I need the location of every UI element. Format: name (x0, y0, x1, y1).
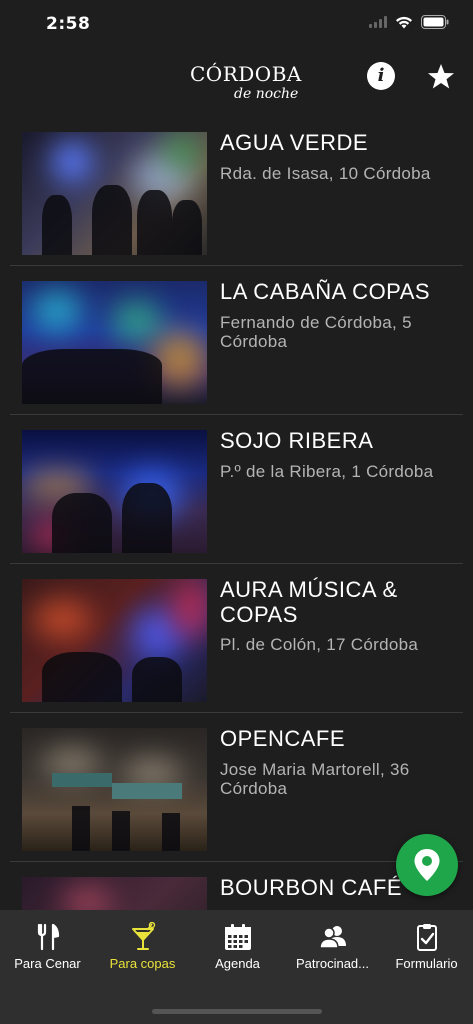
venue-photo (22, 281, 207, 404)
users-icon (318, 926, 346, 949)
tab-label: Formulario (395, 956, 458, 971)
venue-name: OPENCAFE (220, 726, 346, 751)
venue-photo (22, 877, 207, 910)
cellular-signal-icon (369, 16, 387, 28)
venue-photo (22, 728, 207, 851)
tab-label: Agenda (215, 956, 260, 971)
tab-label: Para Cenar (14, 956, 81, 971)
tab-patrocinadores[interactable]: Patrocinad... (285, 910, 380, 980)
venue-item[interactable]: BOURBON CAFÉ (10, 863, 463, 910)
cordoba-de-noche-logo: CÓRDOBA de noche (176, 52, 302, 104)
venue-item[interactable]: SOJO RIBERA P.º de la Ribera, 1 Córdoba (10, 416, 463, 564)
tab-bar: Para Cenar Para copas Agenda Patrocinad.… (0, 910, 473, 1024)
battery-icon (421, 15, 449, 29)
venue-list[interactable]: AGUA VERDE Rda. de Isasa, 10 Córdoba LA … (0, 118, 473, 910)
home-indicator (152, 1009, 322, 1014)
venue-name: AURA MÚSICA & COPAS (220, 577, 398, 627)
venue-address: P.º de la Ribera, 1 Córdoba (220, 462, 434, 481)
favorites-star-icon[interactable] (426, 62, 456, 92)
venue-name: SOJO RIBERA (220, 428, 374, 453)
venue-photo (22, 579, 207, 702)
status-time: 2:58 (46, 14, 91, 34)
venue-name: LA CABAÑA COPAS (220, 279, 431, 304)
venue-address: Jose Maria Martorell, 36 Córdoba (220, 760, 410, 798)
venue-name: AGUA VERDE (220, 130, 369, 155)
venue-address: Fernando de Córdoba, 5 Córdoba (220, 313, 412, 351)
status-icons (369, 15, 449, 29)
venue-item[interactable]: OPENCAFE Jose Maria Martorell, 36 Córdob… (10, 714, 463, 862)
tab-label: Patrocinad... (296, 956, 369, 971)
app-header: CÓRDOBA de noche i (0, 50, 473, 118)
venue-item[interactable]: AURA MÚSICA & COPAS Pl. de Colón, 17 Cór… (10, 565, 463, 713)
tab-label: Para copas (109, 956, 176, 971)
map-pin-icon (414, 849, 440, 881)
tab-para-cenar[interactable]: Para Cenar (0, 910, 95, 980)
calendar-icon (224, 924, 251, 950)
cocktail-icon (131, 922, 155, 950)
info-button[interactable]: i (367, 62, 395, 90)
venue-photo (22, 430, 207, 553)
venue-item[interactable]: LA CABAÑA COPAS Fernando de Córdoba, 5 C… (10, 267, 463, 415)
clipboard-icon (416, 924, 437, 951)
tab-formulario[interactable]: Formulario (379, 910, 473, 980)
cutlery-icon (37, 923, 59, 951)
logo-title: CÓRDOBA (190, 62, 302, 86)
logo-subtitle: de noche (234, 86, 299, 102)
wifi-icon (396, 16, 412, 28)
venue-address: Rda. de Isasa, 10 Córdoba (220, 164, 431, 183)
tab-para-copas[interactable]: Para copas (95, 910, 190, 980)
venue-item[interactable]: AGUA VERDE Rda. de Isasa, 10 Córdoba (10, 118, 463, 266)
venue-photo (22, 132, 207, 255)
status-bar: 2:58 (0, 0, 473, 50)
tab-agenda[interactable]: Agenda (190, 910, 285, 980)
map-button[interactable] (396, 834, 458, 896)
venue-address: Pl. de Colón, 17 Córdoba (220, 635, 419, 654)
